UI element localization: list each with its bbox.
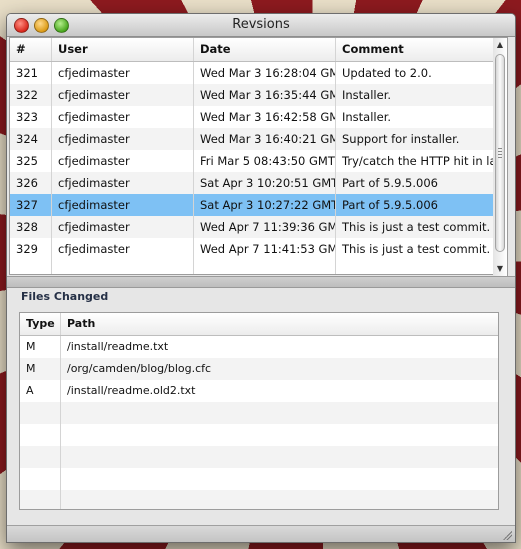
files-changed-heading: Files Changed — [21, 290, 109, 303]
revision-user: cfjedimaster — [52, 172, 194, 194]
file-type — [20, 490, 61, 509]
file-path: /install/readme.txt — [67, 340, 169, 353]
revision-user: cfjedimaster — [52, 106, 194, 128]
file-row[interactable]: M/org/camden/blog/blog.cfc — [20, 358, 498, 380]
revision-user: cfjedimaster — [52, 62, 194, 84]
column-header-user[interactable]: User — [52, 38, 194, 61]
revision-row[interactable]: 326 cfjedimaster Sat Apr 3 10:20:51 GMT Par… — [10, 172, 493, 194]
file-path: /org/camden/blog/blog.cfc — [67, 362, 212, 375]
revision-date: Fri Mar 5 08:43:50 GMT — [194, 150, 336, 172]
revision-comment: Installer. — [342, 110, 392, 124]
file-path — [61, 490, 498, 509]
file-path — [61, 468, 498, 490]
revision-row[interactable]: 329 cfjedimaster Wed Apr 7 11:41:53 GMT Thi… — [10, 238, 493, 260]
column-header-number[interactable]: # — [10, 38, 52, 61]
empty-file-row — [20, 424, 498, 446]
revision-number: 321 — [10, 62, 52, 84]
revisions-window: Revsions # User Date Comment 321 cfjedima… — [6, 13, 516, 543]
up-arrow-icon[interactable]: ▲ — [493, 38, 507, 52]
revision-date: Sat Apr 3 10:20:51 GMT — [194, 172, 336, 194]
revisions-table-header: # User Date Comment — [10, 38, 493, 62]
revision-row[interactable]: 321 cfjedimaster Wed Mar 3 16:28:04 GMT Upd… — [10, 62, 493, 84]
file-type — [20, 468, 61, 490]
file-type: A — [20, 380, 61, 402]
file-row[interactable]: A/install/readme.old2.txt — [20, 380, 498, 402]
revision-date: Wed Mar 3 16:42:58 GMT — [194, 106, 336, 128]
revision-number: 324 — [10, 128, 52, 150]
column-header-comment[interactable]: Comment — [336, 38, 493, 61]
file-type — [20, 402, 61, 424]
file-path — [61, 402, 498, 424]
file-type — [20, 446, 61, 468]
files-table-header: Type Path — [20, 313, 498, 336]
files-changed-table[interactable]: Type Path M/install/readme.txt M/org/camd… — [19, 312, 499, 510]
revision-user: cfjedimaster — [52, 216, 194, 238]
revision-number: 322 — [10, 84, 52, 106]
scroll-thumb[interactable] — [495, 54, 505, 252]
file-type: M — [20, 336, 61, 358]
revision-comment: Support for installer. — [342, 132, 460, 146]
revision-comment: This is just a test commit. — [342, 220, 491, 234]
revision-comment: Part of 5.9.5.006 — [342, 176, 438, 190]
revision-row[interactable]: 324 cfjedimaster Wed Mar 3 16:40:21 GMT Sup… — [10, 128, 493, 150]
revision-number: 325 — [10, 150, 52, 172]
revision-user: cfjedimaster — [52, 238, 194, 260]
revision-date: Sat Apr 3 10:27:22 GMT — [194, 194, 336, 216]
split-divider[interactable] — [7, 276, 515, 288]
empty-file-row — [20, 402, 498, 424]
file-row[interactable]: M/install/readme.txt — [20, 336, 498, 358]
revisions-table[interactable]: # User Date Comment 321 cfjedimaster Wed M… — [9, 37, 494, 275]
revision-comment: Part of 5.9.5.006 — [342, 198, 438, 212]
revision-comment: Installer. — [342, 88, 392, 102]
revision-user: cfjedimaster — [52, 194, 194, 216]
empty-file-row — [20, 468, 498, 490]
revision-user: cfjedimaster — [52, 84, 194, 106]
file-type — [20, 424, 61, 446]
empty-file-row — [20, 490, 498, 509]
revision-row[interactable]: 323 cfjedimaster Wed Mar 3 16:42:58 GMT Ins… — [10, 106, 493, 128]
file-type: M — [20, 358, 61, 380]
close-icon[interactable] — [14, 18, 29, 33]
revision-row[interactable]: 322 cfjedimaster Wed Mar 3 16:35:44 GMT Ins… — [10, 84, 493, 106]
revision-date: Wed Mar 3 16:40:21 GMT — [194, 128, 336, 150]
revision-comment: This is just a test commit. — [342, 242, 491, 256]
revision-date: Wed Apr 7 11:39:36 GMT — [194, 216, 336, 238]
resize-grip-icon[interactable] — [502, 530, 512, 540]
file-path: /install/readme.old2.txt — [67, 384, 196, 397]
minimize-icon[interactable] — [34, 18, 49, 33]
title-bar[interactable]: Revsions — [7, 14, 515, 37]
grip-icon — [498, 148, 502, 158]
empty-row — [10, 260, 493, 274]
revision-date: Wed Mar 3 16:28:04 GMT — [194, 62, 336, 84]
revision-user: cfjedimaster — [52, 150, 194, 172]
revision-number: 328 — [10, 216, 52, 238]
revision-date: Wed Mar 3 16:35:44 GMT — [194, 84, 336, 106]
revision-number: 326 — [10, 172, 52, 194]
revision-comment: Updated to 2.0. — [342, 66, 432, 80]
zoom-icon[interactable] — [54, 18, 69, 33]
file-path — [61, 424, 498, 446]
revision-number: 327 — [10, 194, 52, 216]
revision-number: 329 — [10, 238, 52, 260]
file-path — [61, 446, 498, 468]
revision-user: cfjedimaster — [52, 128, 194, 150]
revision-date: Wed Apr 7 11:41:53 GMT — [194, 238, 336, 260]
down-arrow-icon[interactable]: ▼ — [493, 262, 507, 276]
revision-row[interactable]: 327 cfjedimaster Sat Apr 3 10:27:22 GMT Par… — [10, 194, 493, 216]
column-header-path[interactable]: Path — [61, 313, 498, 335]
window-title: Revsions — [232, 17, 290, 32]
revision-row[interactable]: 325 cfjedimaster Fri Mar 5 08:43:50 GMT Try… — [10, 150, 493, 172]
revision-number: 323 — [10, 106, 52, 128]
revision-row[interactable]: 328 cfjedimaster Wed Apr 7 11:39:36 GMT Thi… — [10, 216, 493, 238]
vertical-scrollbar[interactable]: ▲ ▼ — [493, 37, 508, 277]
revision-comment: Try/catch the HTTP hit in la — [342, 154, 493, 168]
column-header-date[interactable]: Date — [194, 38, 336, 61]
empty-file-row — [20, 446, 498, 468]
column-header-type[interactable]: Type — [20, 313, 61, 335]
status-bar — [7, 525, 515, 542]
